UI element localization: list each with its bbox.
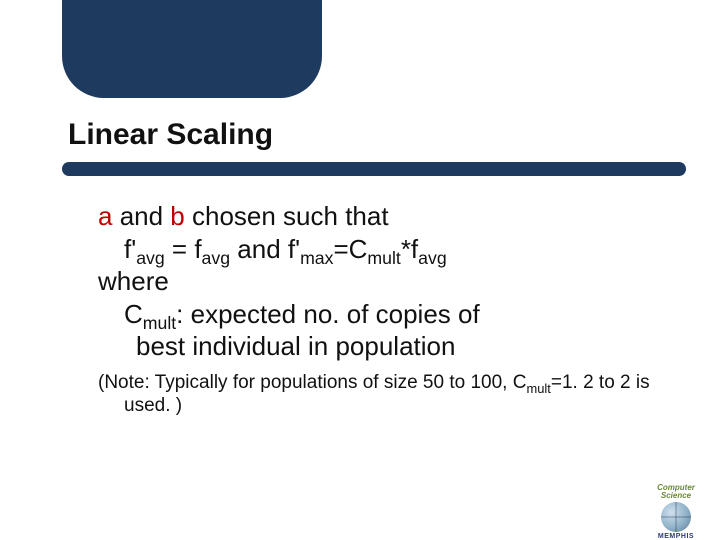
content-note: (Note: Typically for populations of size… (98, 371, 650, 419)
header-decor-block (62, 0, 322, 98)
eq-c: =C (333, 234, 367, 264)
title-area: Linear Scaling (68, 118, 680, 162)
globe-icon (661, 502, 691, 532)
content-line-2: f'avg = favg and f'max=Cmult*favg (124, 233, 650, 266)
logo-bottom-text: MEMPHIS (648, 533, 704, 540)
sub-mult-3: mult (526, 380, 550, 395)
note-label: (Note: (98, 372, 150, 393)
variable-b: b (170, 201, 184, 231)
fprime: f' (124, 234, 136, 264)
sub-max: max (300, 248, 333, 268)
sub-avg-2: avg (202, 248, 231, 268)
note-part2: =1. 2 to 2 is (551, 372, 650, 393)
star-f: *f (401, 234, 418, 264)
text-and: and (112, 201, 170, 231)
content-line-4: Cmult: expected no. of copies of best in… (124, 298, 650, 363)
note-part1: Typically for populations of size 50 to … (150, 372, 527, 393)
slide-title: Linear Scaling (68, 118, 680, 152)
text-chosen: chosen such that (185, 201, 389, 231)
and-fprime: and f' (230, 234, 300, 264)
title-underline (62, 162, 686, 176)
expected-copies: : expected no. of copies of (176, 299, 480, 329)
logo-top-text: Computer Science (648, 484, 704, 500)
best-individual: best individual in population (136, 330, 455, 363)
note-part3: used. ) (124, 394, 650, 418)
content-where: where (98, 265, 650, 298)
content-line-1: a and b chosen such that (98, 200, 650, 233)
c-var: C (124, 299, 143, 329)
footer-logo: Computer Science MEMPHIS (648, 484, 704, 528)
eq-f: = f (165, 234, 202, 264)
sub-avg-3: avg (418, 248, 447, 268)
sub-mult-1: mult (367, 248, 400, 268)
variable-a: a (98, 201, 112, 231)
content-area: a and b chosen such that f'avg = favg an… (98, 200, 650, 418)
